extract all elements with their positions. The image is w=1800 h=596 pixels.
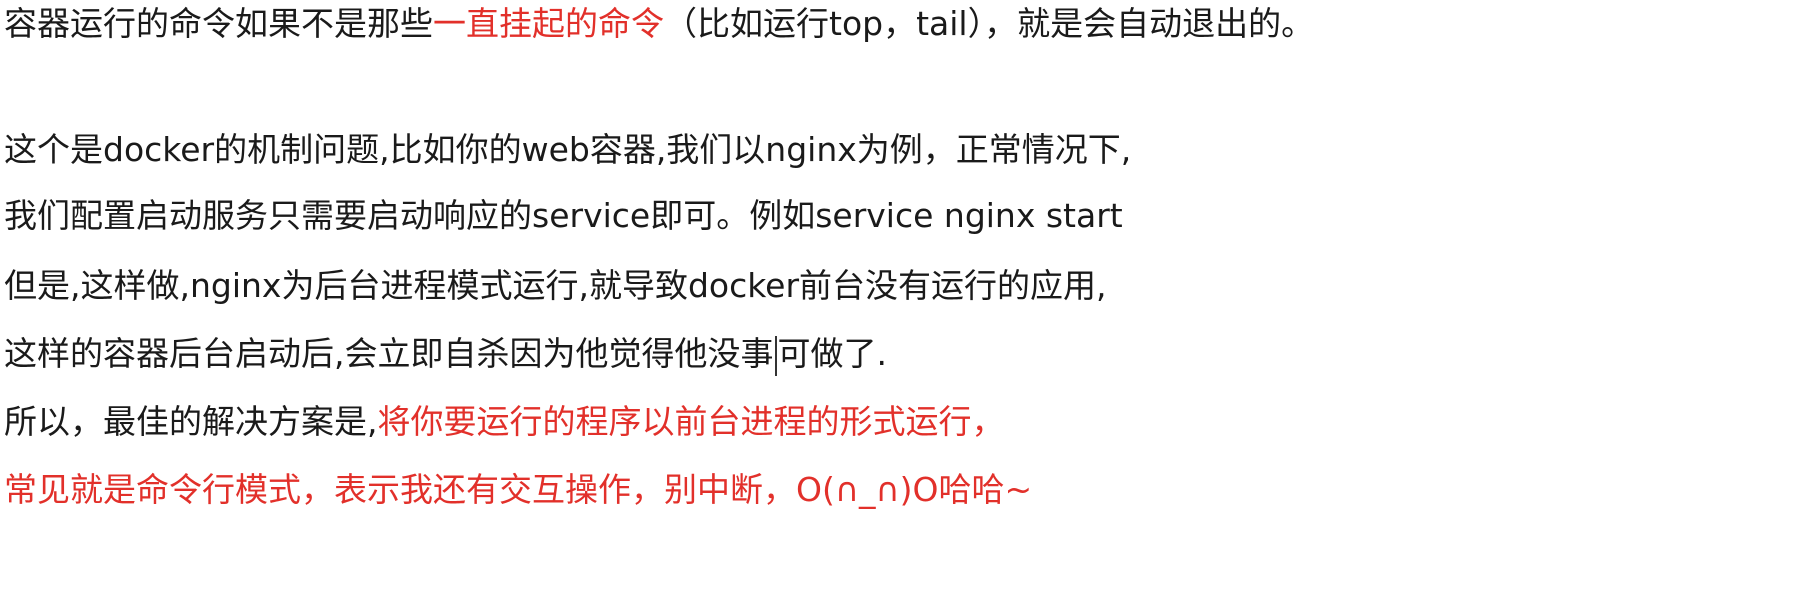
- line-3-text: 我们配置启动服务只需要启动响应的service即可。例如service ngin…: [4, 196, 1123, 235]
- line-2-text: 这个是docker的机制问题,比如你的web容器,我们以nginx为例，正常情况…: [4, 130, 1132, 169]
- text-cursor: [774, 335, 777, 376]
- paragraph-line-7: 常见就是命令行模式，表示我还有交互操作，别中断，O(∩_∩)O哈哈~: [4, 466, 1032, 514]
- line-6-text-a: 所以，最佳的解决方案是,: [4, 402, 378, 441]
- document-body: 容器运行的命令如果不是那些一直挂起的命令（比如运行top，tail），就是会自动…: [0, 0, 1800, 596]
- paragraph-line-2: 这个是docker的机制问题,比如你的web容器,我们以nginx为例，正常情况…: [4, 126, 1131, 174]
- paragraph-line-5: 这样的容器后台启动后,会立即自杀因为他觉得他没事 可做了.: [4, 330, 887, 378]
- line-1-text-c: （比如运行top，tail），就是会自动退出的。: [664, 4, 1315, 43]
- paragraph-line-4: 但是,这样做,nginx为后台进程模式运行,就导致docker前台没有运行的应用…: [4, 262, 1107, 310]
- line-6-highlight: 将你要运行的程序以前台进程的形式运行，: [377, 402, 1005, 441]
- line-1-highlight: 一直挂起的命令: [433, 4, 664, 43]
- line-5-text-b: 可做了.: [777, 334, 888, 373]
- paragraph-line-6: 所以，最佳的解决方案是,将你要运行的程序以前台进程的形式运行，: [4, 398, 1005, 446]
- paragraph-line-1: 容器运行的命令如果不是那些一直挂起的命令（比如运行top，tail），就是会自动…: [4, 0, 1314, 48]
- paragraph-line-3: 我们配置启动服务只需要启动响应的service即可。例如service ngin…: [4, 192, 1123, 240]
- line-4-text: 但是,这样做,nginx为后台进程模式运行,就导致docker前台没有运行的应用…: [4, 266, 1107, 305]
- line-7-text: 常见就是命令行模式，表示我还有交互操作，别中断，O(∩_∩)O哈哈~: [4, 470, 1033, 509]
- line-5-text-a: 这样的容器后台启动后,会立即自杀因为他觉得他没事: [4, 334, 774, 373]
- line-1-text-a: 容器运行的命令如果不是那些: [4, 4, 433, 43]
